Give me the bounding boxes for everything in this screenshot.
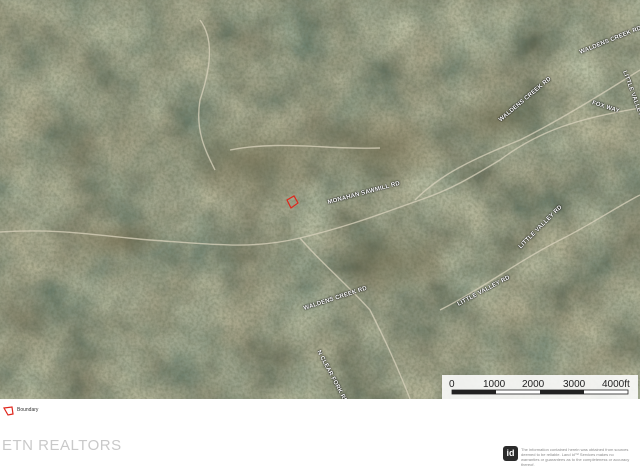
- legend-label: Boundary: [17, 407, 39, 413]
- scale-graphic: [451, 389, 629, 395]
- satellite-map[interactable]: WALDENS CREEK RD LITTLE VALLEY RD WALDEN…: [0, 0, 640, 399]
- scale-bar: 0 1000 2000 3000 4000ft: [442, 375, 638, 399]
- landid-logo: id: [503, 446, 518, 461]
- map-legend: Boundary: [0, 402, 640, 420]
- boundary-icon: [3, 406, 14, 416]
- disclaimer-text: The information contained herein was obt…: [521, 447, 630, 467]
- satellite-imagery: [0, 0, 640, 399]
- brand-logo-text: ETN REALTORS: [2, 437, 122, 454]
